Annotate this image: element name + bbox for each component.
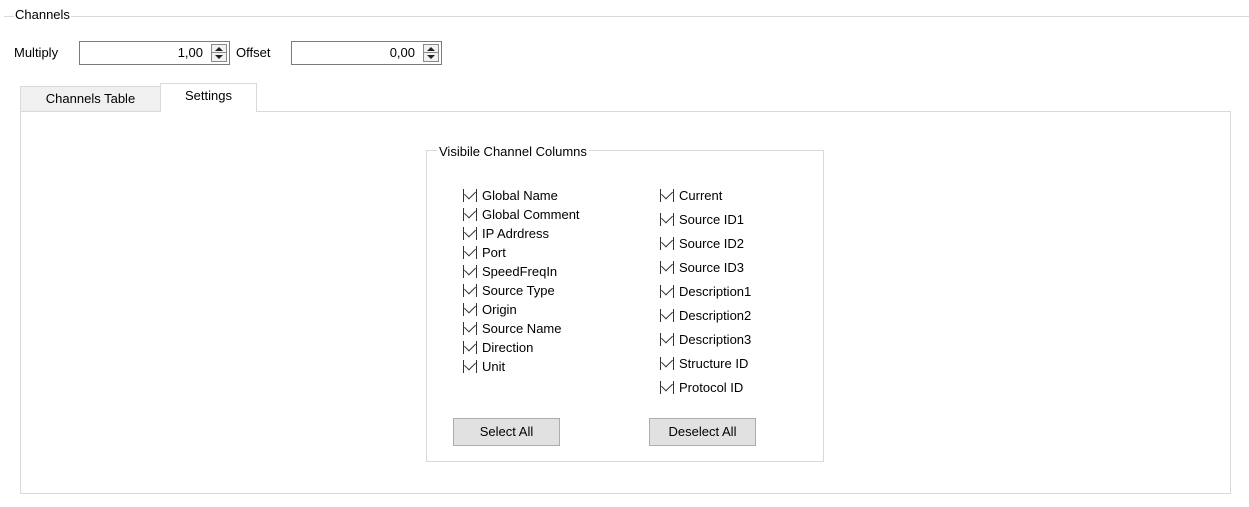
checkmark-icon [463, 339, 477, 352]
checkbox-icon[interactable] [660, 259, 674, 274]
right-column-checkbox-list: Current Source ID1 Source ID2 Source ID3 Des… [660, 184, 820, 400]
visible-columns-group-title: Visibile Channel Columns [437, 143, 589, 161]
checkbox-label: Source Name [482, 321, 562, 336]
checkbox-icon[interactable] [463, 320, 477, 335]
checkbox-right-5[interactable]: Description2 [660, 304, 820, 328]
checkbox-label: Current [679, 188, 723, 203]
checkbox-icon[interactable] [660, 307, 674, 322]
checkbox-icon[interactable] [463, 301, 477, 316]
checkbox-icon[interactable] [463, 244, 477, 259]
arrow-up-icon[interactable] [427, 47, 435, 51]
checkbox-left-7[interactable]: Source Name [463, 319, 633, 338]
checkbox-label: Port [482, 245, 506, 260]
left-column-checkbox-list: Global Name Global Comment IP Adrdress Port… [463, 186, 633, 376]
checkbox-right-4[interactable]: Description1 [660, 280, 820, 304]
checkmark-icon [463, 206, 477, 219]
checkbox-left-4[interactable]: SpeedFreqIn [463, 262, 633, 281]
multiply-stepper[interactable] [211, 44, 227, 62]
checkbox-label: Description1 [679, 284, 752, 299]
checkbox-left-9[interactable]: Unit [463, 357, 633, 376]
checkbox-label: Source Type [482, 283, 555, 298]
checkbox-label: Unit [482, 359, 506, 374]
checkbox-icon[interactable] [660, 331, 674, 346]
offset-label: Offset [236, 45, 271, 60]
checkbox-label: Source ID3 [679, 260, 745, 275]
checkmark-icon [463, 301, 477, 314]
checkbox-icon[interactable] [463, 187, 477, 202]
checkbox-label: Source ID2 [679, 236, 745, 251]
checkbox-right-1[interactable]: Source ID1 [660, 208, 820, 232]
checkbox-label: SpeedFreqIn [482, 264, 558, 279]
checkmark-icon [463, 187, 477, 200]
checkbox-icon[interactable] [660, 235, 674, 250]
multiply-value[interactable]: 1,00 [178, 42, 203, 64]
tab-settings[interactable]: Settings [160, 83, 257, 112]
multiply-label: Multiply [14, 45, 59, 60]
checkmark-icon [660, 283, 674, 296]
checkbox-icon[interactable] [660, 187, 674, 202]
checkbox-icon[interactable] [660, 283, 674, 298]
checkbox-label: Global Comment [482, 207, 580, 222]
checkmark-icon [660, 307, 674, 320]
checkbox-icon[interactable] [463, 206, 477, 221]
multiply-spinbox[interactable]: 1,00 [79, 41, 230, 65]
stepper-divider [424, 52, 438, 53]
arrow-down-icon[interactable] [215, 55, 223, 59]
checkbox-icon[interactable] [463, 339, 477, 354]
checkmark-icon [463, 358, 477, 371]
checkbox-label: Global Name [482, 188, 558, 203]
checkbox-label: Origin [482, 302, 517, 317]
offset-spinbox[interactable]: 0,00 [291, 41, 442, 65]
checkmark-icon [660, 187, 674, 200]
checkbox-right-8[interactable]: Protocol ID [660, 376, 820, 400]
checkbox-icon[interactable] [463, 358, 477, 373]
checkbox-icon[interactable] [660, 211, 674, 226]
checkbox-label: Direction [482, 340, 534, 355]
checkbox-left-3[interactable]: Port [463, 243, 633, 262]
checkbox-label: Description3 [679, 332, 752, 347]
checkbox-icon[interactable] [463, 225, 477, 240]
checkbox-right-2[interactable]: Source ID2 [660, 232, 820, 256]
checkbox-icon[interactable] [660, 379, 674, 394]
checkmark-icon [463, 263, 477, 276]
checkmark-icon [463, 244, 477, 257]
tab-channels-table[interactable]: Channels Table [20, 86, 161, 112]
checkbox-left-0[interactable]: Global Name [463, 186, 633, 205]
checkbox-label: Protocol ID [679, 380, 744, 395]
checkbox-left-1[interactable]: Global Comment [463, 205, 633, 224]
channels-group-border [4, 16, 1249, 17]
checkbox-right-0[interactable]: Current [660, 184, 820, 208]
checkmark-icon [660, 211, 674, 224]
checkbox-left-6[interactable]: Origin [463, 300, 633, 319]
checkbox-right-7[interactable]: Structure ID [660, 352, 820, 376]
offset-value[interactable]: 0,00 [390, 42, 415, 64]
checkbox-label: Source ID1 [679, 212, 745, 227]
checkmark-icon [660, 235, 674, 248]
arrow-down-icon[interactable] [427, 55, 435, 59]
checkmark-icon [463, 282, 477, 295]
checkbox-icon[interactable] [660, 355, 674, 370]
checkbox-left-8[interactable]: Direction [463, 338, 633, 357]
checkbox-left-2[interactable]: IP Adrdress [463, 224, 633, 243]
checkmark-icon [660, 379, 674, 392]
checkmark-icon [660, 331, 674, 344]
stepper-divider [212, 52, 226, 53]
checkbox-icon[interactable] [463, 282, 477, 297]
checkbox-label: Structure ID [679, 356, 749, 371]
deselect-all-button[interactable]: Deselect All [649, 418, 756, 446]
checkmark-icon [660, 355, 674, 368]
checkbox-label: Description2 [679, 308, 752, 323]
checkmark-icon [463, 320, 477, 333]
checkmark-icon [660, 259, 674, 272]
channels-group-title: Channels [14, 6, 71, 24]
select-all-button[interactable]: Select All [453, 418, 560, 446]
checkbox-icon[interactable] [463, 263, 477, 278]
checkbox-right-3[interactable]: Source ID3 [660, 256, 820, 280]
arrow-up-icon[interactable] [215, 47, 223, 51]
checkmark-icon [463, 225, 477, 238]
offset-stepper[interactable] [423, 44, 439, 62]
checkbox-left-5[interactable]: Source Type [463, 281, 633, 300]
checkbox-right-6[interactable]: Description3 [660, 328, 820, 352]
checkbox-label: IP Adrdress [482, 226, 549, 241]
